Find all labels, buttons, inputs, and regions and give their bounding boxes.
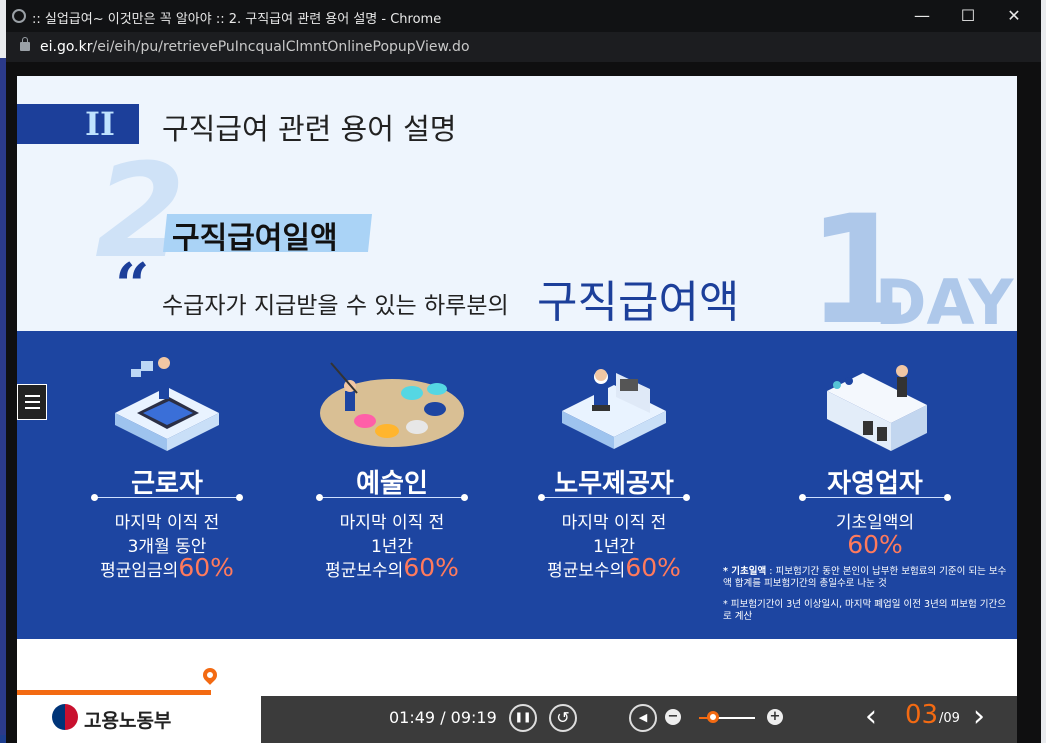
url-text[interactable]: ei.go.kr/ei/eih/pu/retrievePuIncqualClmn… xyxy=(40,39,470,55)
rate-basis: 평균보수의 xyxy=(325,561,404,581)
address-bar[interactable]: ei.go.kr/ei/eih/pu/retrievePuIncqualClmn… xyxy=(6,32,1041,62)
column-worker: 근로자 마지막 이직 전 3개월 동안 평균임금의60% xyxy=(47,331,287,639)
window-title: :: 실업급여~ 이것만은 꼭 알아야 :: 2. 구직급여 관련 용어 설명 … xyxy=(32,12,442,27)
footnote-insured-period: * 피보험기간이 3년 이상일시, 마지막 폐업일 이전 3년의 피보험 기간으… xyxy=(723,599,1007,622)
rate-percent: 60% xyxy=(403,553,459,582)
prev-page-button[interactable]: ‹ xyxy=(865,700,877,734)
ministry-logo-icon xyxy=(52,704,78,730)
condition-text: 마지막 이직 전 xyxy=(561,513,667,533)
divider-line xyxy=(799,494,951,501)
close-button[interactable]: ✕ xyxy=(991,0,1037,32)
column-labor-provider: 노무제공자 마지막 이직 전 1년간 평균보수의60% xyxy=(494,331,734,639)
menu-icon xyxy=(25,395,40,397)
rate-percent: 60% xyxy=(625,553,681,582)
footnote-text: : 피보험기간 동안 본인이 납부한 보험료의 기준이 되는 보수액 합계를 피… xyxy=(723,566,1007,589)
total-pages: /09 xyxy=(939,711,960,726)
role-label: 노무제공자 xyxy=(554,469,674,499)
player-controls: 01:49 / 09:19 ❚❚ ↺ ◀ − + ‹ 03 /09 › xyxy=(261,696,1017,743)
volume-up-button[interactable]: + xyxy=(767,709,783,725)
column-self-employed: 자영업자 기초일액의 60% xyxy=(755,331,995,639)
volume-slider-knob[interactable] xyxy=(707,711,719,723)
rate-text: 평균임금의60% xyxy=(47,553,287,582)
volume-down-button[interactable]: − xyxy=(665,709,681,725)
section-title: 구직급여 관련 용어 설명 xyxy=(162,112,457,146)
term-description: 수급자가 지급받을 수 있는 하루분의 xyxy=(162,293,509,319)
ministry-logo-text: 고용노동부 xyxy=(84,710,172,732)
footnote-basic-daily-amount: * 기초일액 : 피보험기간 동안 본인이 납부한 보험료의 기준이 되는 보수… xyxy=(723,566,1013,590)
progress-accent-line xyxy=(17,690,211,695)
globe-icon xyxy=(12,9,26,23)
divider-line xyxy=(316,494,468,501)
divider-line xyxy=(91,494,243,501)
lock-icon xyxy=(20,37,30,51)
current-page: 03 xyxy=(905,700,939,730)
rate-text: 60% xyxy=(755,530,995,559)
playback-time: 01:49 / 09:19 xyxy=(389,708,497,727)
minimize-button[interactable]: — xyxy=(899,0,945,32)
menu-icon-bar xyxy=(25,401,40,403)
artist-palette-illustration-icon xyxy=(320,362,464,447)
self-employed-shop-illustration-icon xyxy=(827,365,927,451)
rate-percent: 60% xyxy=(847,530,903,559)
menu-button[interactable] xyxy=(17,384,47,420)
menu-icon-bar xyxy=(25,407,40,409)
role-label: 근로자 xyxy=(131,469,203,499)
role-label: 예술인 xyxy=(356,469,428,499)
rate-basis: 평균보수의 xyxy=(547,561,626,581)
role-label: 자영업자 xyxy=(827,469,923,499)
day-text: DAY xyxy=(875,266,1014,339)
rate-text: 평균보수의60% xyxy=(494,553,734,582)
column-artist: 예술인 마지막 이직 전 1년간 평균보수의60% xyxy=(272,331,512,639)
url-path: /ei/eih/pu/retrievePuIncqualClmntOnlineP… xyxy=(92,39,470,55)
divider-line xyxy=(538,494,690,501)
quote-mark-icon: “ xyxy=(115,251,150,321)
condition-text: 마지막 이직 전 xyxy=(114,513,220,533)
pause-button[interactable]: ❚❚ xyxy=(509,704,537,732)
rate-basis: 평균임금의 xyxy=(100,561,179,581)
volume-button[interactable]: ◀ xyxy=(629,704,657,732)
title-bar: :: 실업급여~ 이것만은 꼭 알아야 :: 2. 구직급여 관련 용어 설명 … xyxy=(6,0,1041,32)
labor-provider-illustration-icon xyxy=(562,369,666,449)
term-description-emphasis: 구직급여액 xyxy=(537,277,740,328)
next-page-button[interactable]: › xyxy=(973,700,985,734)
maximize-button[interactable]: ☐ xyxy=(945,0,991,32)
footnote-label: * 기초일액 xyxy=(723,566,767,577)
worker-illustration-icon xyxy=(115,357,219,451)
rate-percent: 60% xyxy=(178,553,234,582)
content-area: II 구직급여 관련 용어 설명 2 구직급여일액 “ 수급자가 지급받을 수 … xyxy=(17,76,1017,743)
term-title: 구직급여일액 xyxy=(172,221,338,256)
rate-text: 평균보수의60% xyxy=(272,553,512,582)
info-band: 근로자 마지막 이직 전 3개월 동안 평균임금의60% 예술인 마지막 이직 … xyxy=(17,331,1017,639)
condition-text: 마지막 이직 전 xyxy=(339,513,445,533)
replay-button[interactable]: ↺ xyxy=(549,704,577,732)
url-domain: ei.go.kr xyxy=(40,39,93,55)
slide: II 구직급여 관련 용어 설명 2 구직급여일액 “ 수급자가 지급받을 수 … xyxy=(17,76,1017,639)
